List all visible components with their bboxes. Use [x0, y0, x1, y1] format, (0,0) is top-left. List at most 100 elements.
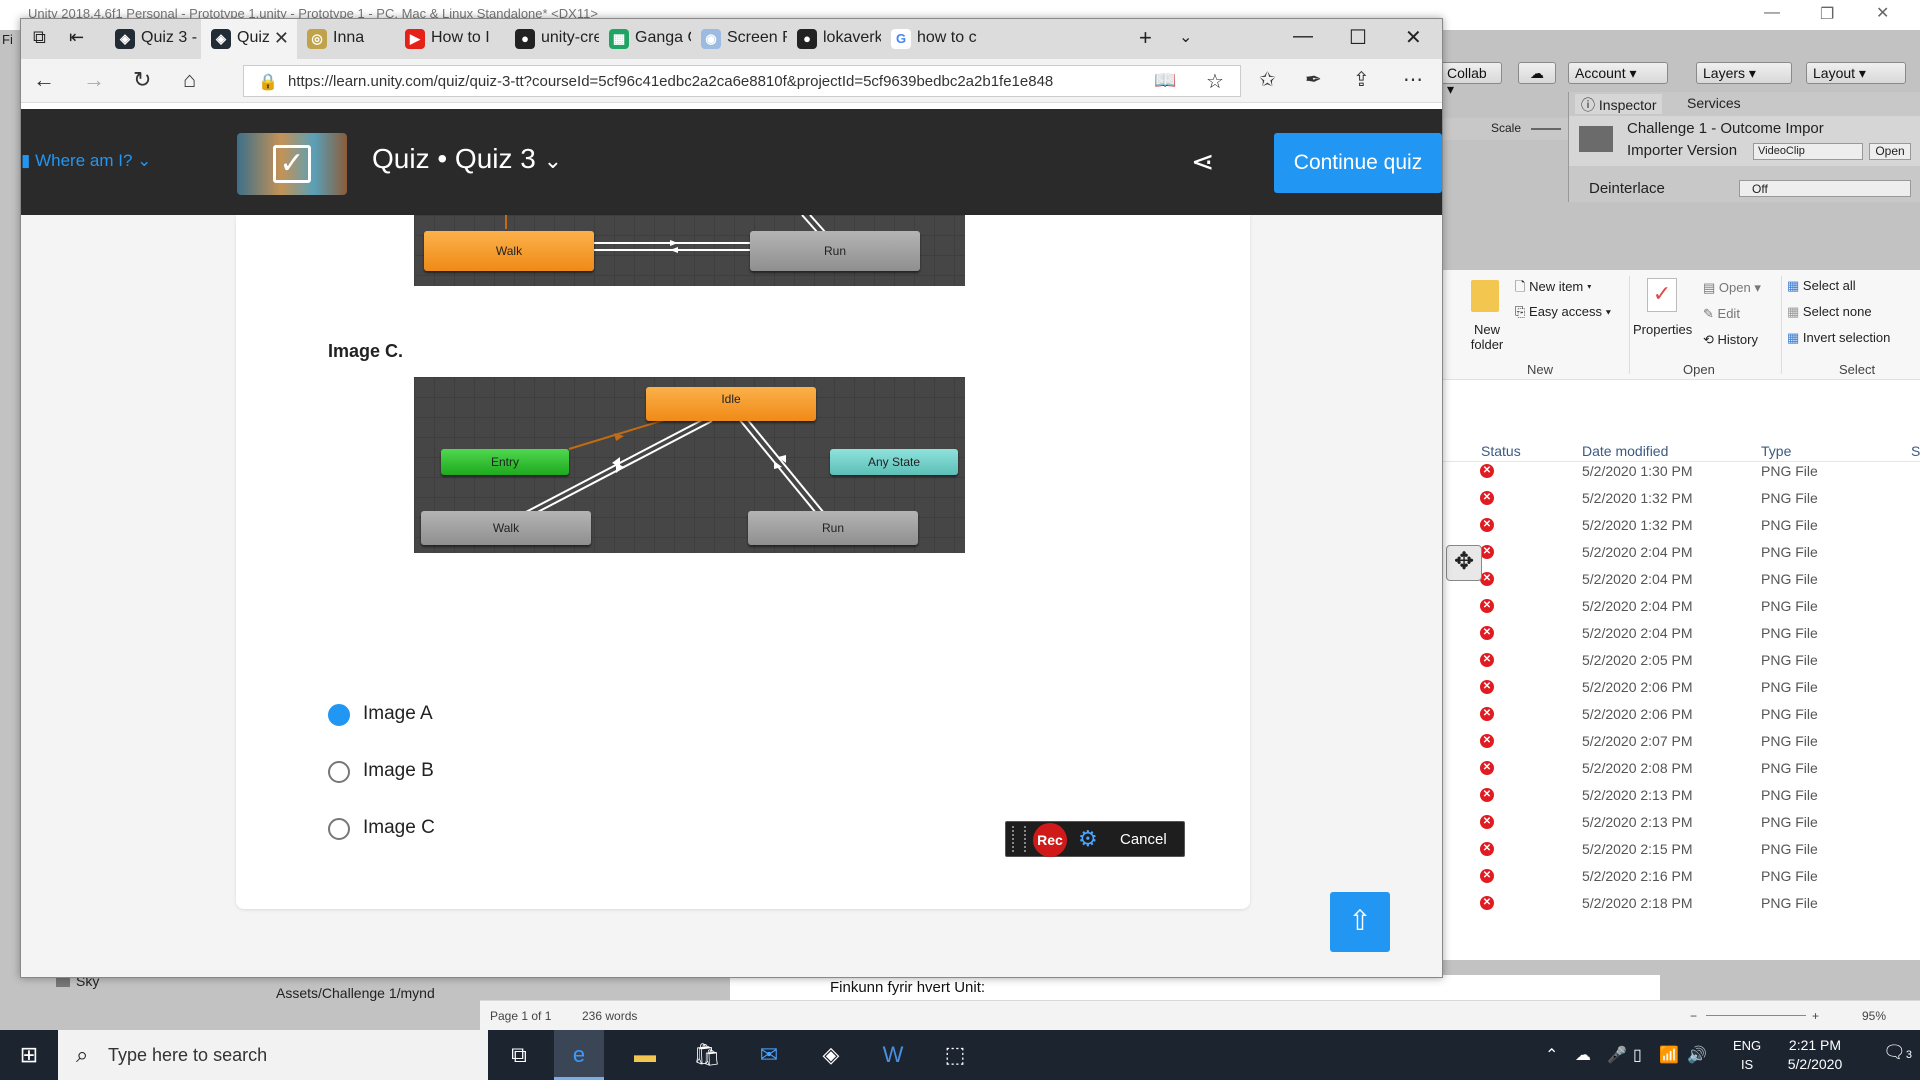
- pen-icon[interactable]: ✒: [1305, 67, 1322, 92]
- file-row[interactable]: ✕ 5/2/2020 2:13 PM PNG File: [1443, 809, 1920, 836]
- continue-quiz-button[interactable]: Continue quiz: [1274, 133, 1442, 193]
- browser-tab[interactable]: ● unity-cre: [505, 19, 599, 59]
- task-view-icon[interactable]: ⧉: [494, 1030, 544, 1080]
- easy-access-button[interactable]: ⎘ Easy access ▾: [1515, 304, 1611, 320]
- tab-close-icon[interactable]: ✕: [274, 28, 289, 49]
- browser-tab[interactable]: ◉ Screen R: [691, 19, 787, 59]
- volume-icon[interactable]: 🔊: [1687, 1045, 1707, 1065]
- language-indicator[interactable]: ENG IS: [1733, 1036, 1761, 1074]
- word-page-count[interactable]: Page 1 of 1: [490, 1009, 551, 1023]
- where-am-i-button[interactable]: ▮ Where am I? ⌄: [21, 151, 151, 171]
- file-row[interactable]: ✕ 5/2/2020 2:04 PM PNG File: [1443, 566, 1920, 593]
- radio-button[interactable]: [328, 818, 350, 840]
- file-row[interactable]: ✕ 5/2/2020 1:30 PM PNG File: [1443, 458, 1920, 485]
- share-icon[interactable]: ⋖: [1191, 145, 1214, 178]
- browser-maximize-icon[interactable]: ☐: [1349, 25, 1367, 50]
- file-row[interactable]: ✕ 5/2/2020 2:04 PM PNG File: [1443, 593, 1920, 620]
- battery-icon[interactable]: ▯: [1633, 1045, 1642, 1065]
- zoom-level[interactable]: 95%: [1862, 1009, 1886, 1023]
- taskbar-search[interactable]: ⌕ Type here to search: [58, 1030, 488, 1080]
- share-page-icon[interactable]: ⇪: [1353, 67, 1370, 92]
- column-date-modified[interactable]: Date modified: [1582, 443, 1668, 459]
- file-row[interactable]: ✕ 5/2/2020 2:13 PM PNG File: [1443, 782, 1920, 809]
- file-row[interactable]: ✕ 5/2/2020 2:04 PM PNG File: [1443, 620, 1920, 647]
- zoom-in-icon[interactable]: +: [1812, 1009, 1819, 1023]
- edit-button[interactable]: ✎ Edit: [1703, 306, 1740, 322]
- store-icon[interactable]: 🛍: [682, 1030, 732, 1080]
- zoom-slider[interactable]: [1706, 1015, 1806, 1016]
- browser-close-icon[interactable]: ✕: [1405, 25, 1422, 50]
- clock[interactable]: 2:21 PM 5/2/2020: [1775, 1036, 1855, 1074]
- file-row[interactable]: ✕ 5/2/2020 2:08 PM PNG File: [1443, 755, 1920, 782]
- file-row[interactable]: ✕ 5/2/2020 2:16 PM PNG File: [1443, 863, 1920, 890]
- open-button-explorer[interactable]: ▤ Open ▾: [1703, 280, 1761, 296]
- new-item-button[interactable]: 🗋 New item ▾: [1515, 278, 1592, 300]
- start-button[interactable]: ⊞: [0, 1030, 58, 1080]
- file-row[interactable]: ✕ 5/2/2020 2:15 PM PNG File: [1443, 836, 1920, 863]
- invert-selection-button[interactable]: ▦ Invert selection: [1787, 330, 1890, 346]
- file-row[interactable]: ✕ 5/2/2020 2:07 PM PNG File: [1443, 728, 1920, 755]
- back-icon[interactable]: ←: [33, 67, 55, 93]
- layout-dropdown[interactable]: Layout ▾: [1806, 62, 1906, 84]
- set-aside-tabs-icon[interactable]: ⇤: [69, 27, 84, 48]
- snip-icon[interactable]: ⬚: [930, 1030, 980, 1080]
- wifi-icon[interactable]: 📶: [1659, 1045, 1679, 1065]
- browser-tab[interactable]: ◈ Quiz 3 -: [105, 19, 201, 59]
- favorite-star-icon[interactable]: ☆: [1206, 69, 1224, 94]
- tray-chevron-up-icon[interactable]: ⌃: [1545, 1045, 1558, 1065]
- select-all-button[interactable]: ▦ Select all: [1787, 278, 1856, 294]
- layers-dropdown[interactable]: Layers ▾: [1696, 62, 1792, 84]
- file-row[interactable]: ✕ 5/2/2020 1:32 PM PNG File: [1443, 485, 1920, 512]
- word-word-count[interactable]: 236 words: [582, 1009, 637, 1023]
- importer-dropdown[interactable]: VideoClip: [1753, 143, 1863, 160]
- drag-handle-icon[interactable]: [1012, 826, 1026, 852]
- cloud-button[interactable]: ☁: [1518, 62, 1556, 84]
- zoom-out-icon[interactable]: −: [1690, 1009, 1697, 1023]
- properties-button[interactable]: Properties: [1633, 322, 1692, 337]
- cancel-button[interactable]: Cancel: [1120, 831, 1167, 848]
- file-explorer-icon[interactable]: ▬: [620, 1030, 670, 1080]
- select-none-button[interactable]: ▦ Select none: [1787, 304, 1872, 320]
- scale-slider[interactable]: [1531, 128, 1561, 130]
- favorites-icon[interactable]: ✩: [1259, 67, 1276, 92]
- quiz-title-dropdown[interactable]: Quiz • Quiz 3 ⌄: [372, 143, 562, 175]
- radio-button[interactable]: [328, 761, 350, 783]
- new-folder-button[interactable]: New folder: [1467, 322, 1507, 352]
- browser-tab[interactable]: Ghow to c: [881, 19, 979, 59]
- word-icon[interactable]: W: [868, 1030, 918, 1080]
- action-center-button[interactable]: 🗨3: [1883, 1042, 1912, 1063]
- tab-services[interactable]: Services: [1681, 94, 1747, 114]
- file-row[interactable]: ✕ 5/2/2020 2:18 PM PNG File: [1443, 890, 1920, 917]
- new-tab-icon[interactable]: +: [1139, 25, 1152, 51]
- browser-tab[interactable]: ● lokaverk: [787, 19, 881, 59]
- edge-icon[interactable]: e: [554, 1030, 604, 1080]
- record-button[interactable]: Rec: [1033, 823, 1067, 857]
- home-icon[interactable]: ⌂: [183, 67, 196, 93]
- browser-tab[interactable]: ◈ Quiz ✕: [201, 19, 297, 59]
- onedrive-icon[interactable]: ☁: [1575, 1045, 1591, 1065]
- more-icon[interactable]: ⋯: [1403, 67, 1423, 92]
- file-row[interactable]: ✕ 5/2/2020 2:05 PM PNG File: [1443, 647, 1920, 674]
- forward-icon[interactable]: →: [83, 67, 105, 93]
- reading-view-icon[interactable]: 📖: [1154, 70, 1176, 91]
- browser-tab[interactable]: ▦ Ganga G: [599, 19, 691, 59]
- restore-icon[interactable]: ❐: [1820, 4, 1834, 24]
- unity-icon[interactable]: ◈: [806, 1030, 856, 1080]
- scroll-to-top-button[interactable]: ⇧: [1330, 892, 1390, 952]
- account-dropdown[interactable]: Account ▾: [1568, 62, 1668, 84]
- browser-tab[interactable]: ◎ Inna: [297, 19, 395, 59]
- gear-icon[interactable]: ⚙: [1078, 826, 1098, 852]
- tab-inspector[interactable]: ⓘ Inspector: [1575, 94, 1663, 114]
- file-row[interactable]: ✕ 5/2/2020 2:04 PM PNG File: [1443, 539, 1920, 566]
- microphone-icon[interactable]: 🎤: [1607, 1045, 1627, 1065]
- tab-actions-icon[interactable]: ⧉: [33, 27, 46, 48]
- browser-minimize-icon[interactable]: —: [1293, 25, 1313, 48]
- close-icon[interactable]: ✕: [1876, 3, 1889, 23]
- unity-menu-fragment[interactable]: Fi: [2, 32, 13, 47]
- file-row[interactable]: ✕ 5/2/2020 1:32 PM PNG File: [1443, 512, 1920, 539]
- deinterlace-dropdown[interactable]: Off: [1739, 180, 1911, 197]
- column-type[interactable]: Type: [1761, 443, 1791, 459]
- file-row[interactable]: ✕ 5/2/2020 2:06 PM PNG File: [1443, 674, 1920, 701]
- url-field[interactable]: 🔒 https://learn.unity.com/quiz/quiz-3-tt…: [243, 65, 1241, 97]
- file-row[interactable]: ✕ 5/2/2020 2:06 PM PNG File: [1443, 701, 1920, 728]
